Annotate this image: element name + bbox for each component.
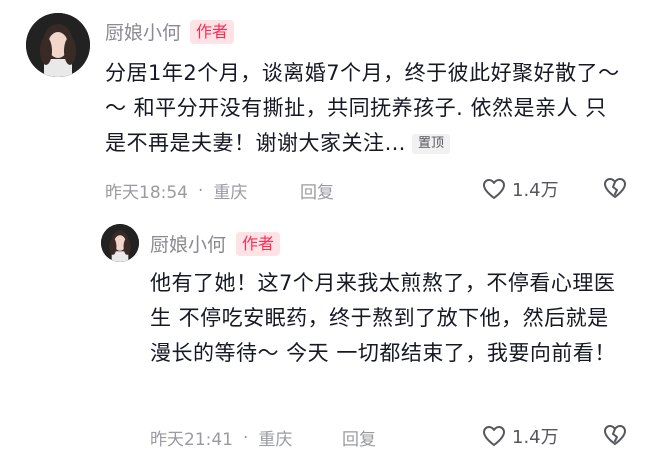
comment-username[interactable]: 厨娘小何	[105, 18, 181, 45]
comment-text: 分居1年2个月，谈离婚7个月，终于彼此好聚好散了～～ 和平分开没有撕扯，共同抚养…	[105, 56, 625, 161]
comment-username[interactable]: 厨娘小何	[150, 230, 226, 257]
heart-outline-icon	[483, 426, 505, 446]
dislike-button[interactable]	[603, 424, 627, 450]
avatar-image	[101, 224, 139, 262]
comment-body: 分居1年2个月，谈离婚7个月，终于彼此好聚好散了～～ 和平分开没有撕扯，共同抚养…	[105, 61, 620, 155]
comment-body: 他有了她！这7个月来我太煎熬了，不停看心理医生 不停吃安眠药，终于熬到了放下他，…	[150, 271, 616, 365]
avatar-image	[26, 13, 90, 77]
broken-heart-outline-icon	[604, 425, 626, 445]
pinned-badge: 置顶	[412, 134, 451, 154]
dislike-button[interactable]	[603, 177, 627, 203]
reply-button[interactable]: 回复	[300, 178, 334, 203]
comment-meta: 昨天18:54 · 重庆	[105, 178, 248, 204]
comment-time: 昨天18:54	[105, 183, 188, 203]
author-avatar[interactable]	[26, 13, 90, 77]
comment-location: 重庆	[213, 183, 248, 203]
meta-separator: ·	[198, 180, 204, 201]
heart-outline-icon	[483, 179, 505, 199]
comment-meta: 昨天21:41 · 重庆	[150, 425, 293, 451]
author-avatar[interactable]	[101, 224, 139, 262]
broken-heart-outline-icon	[604, 178, 626, 198]
author-badge: 作者	[236, 232, 281, 256]
author-badge: 作者	[190, 20, 235, 44]
comment-time: 昨天21:41	[150, 430, 233, 450]
reply-button[interactable]: 回复	[342, 425, 376, 450]
like-count: 1.4万	[512, 427, 559, 448]
comment-text: 他有了她！这7个月来我太煎熬了，不停看心理医生 不停吃安眠药，终于熬到了放下他，…	[150, 266, 626, 371]
like-count: 1.4万	[512, 180, 559, 201]
comment-location: 重庆	[258, 430, 293, 450]
like-button[interactable]: 1.4万	[482, 423, 559, 449]
meta-separator: ·	[243, 427, 249, 448]
like-button[interactable]: 1.4万	[482, 176, 559, 202]
